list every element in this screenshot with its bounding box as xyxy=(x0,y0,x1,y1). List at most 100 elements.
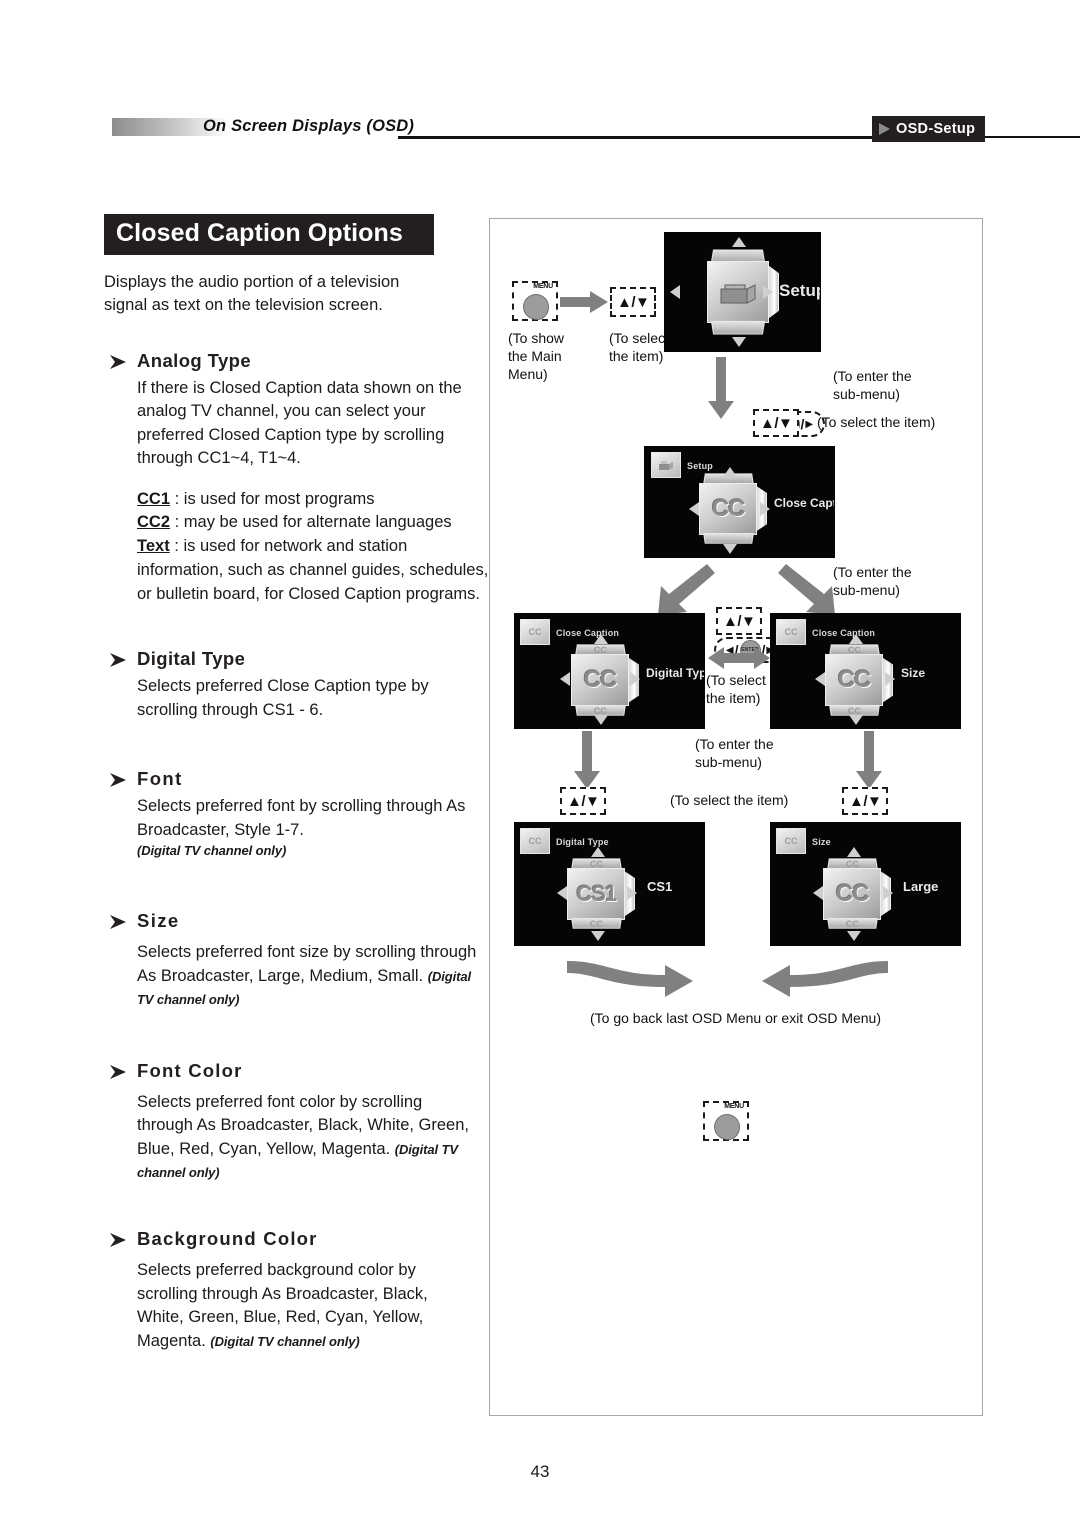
bullet-arrow-icon xyxy=(108,1062,128,1082)
breadcrumb-cube-text: CC xyxy=(528,627,542,637)
arrow-diag-left xyxy=(655,564,715,616)
cube-arrow-down-icon xyxy=(591,931,605,941)
definition-list: CC1 : is used for most programs CC2 : ma… xyxy=(137,488,489,607)
breadcrumb-label: Close Caption xyxy=(556,628,620,638)
arrow-down-3 xyxy=(856,731,882,789)
screen-label: Size xyxy=(901,666,926,680)
updown-key-label: ▲/▼ xyxy=(849,792,882,810)
arrow-curve-left xyxy=(760,959,890,1001)
osd-cube-large: CC CC CC xyxy=(823,858,892,930)
cube-arrow-up-icon xyxy=(594,634,608,644)
caption-select-item-3: (To select the item) xyxy=(706,672,766,707)
section-heading-label: Digital Type xyxy=(137,648,246,670)
updown-key-5[interactable]: ▲/▼ xyxy=(842,787,889,815)
section-heading-label: Font xyxy=(137,768,183,790)
section-heading: Analog Type xyxy=(108,350,476,372)
cube-front-face: CC xyxy=(823,867,882,920)
breadcrumb-cube-icon: CC xyxy=(520,828,550,854)
digital-type-screen: CC Close Caption CC CC CC Digital Type xyxy=(515,614,704,728)
toolbox-mini-icon xyxy=(659,461,673,470)
updown-key-3[interactable]: ▲/▼ xyxy=(716,607,763,635)
menu-key[interactable]: MENU xyxy=(512,281,558,321)
section-digital-type: Digital Type Selects preferred Close Cap… xyxy=(104,648,476,722)
section-heading-label: Analog Type xyxy=(137,349,252,371)
arrow-down-2 xyxy=(574,731,600,789)
breadcrumb-cube-text: CC xyxy=(528,836,542,846)
cube-arrow-up-icon xyxy=(732,237,746,247)
bullet-arrow-icon xyxy=(108,650,128,670)
intro-text: Displays the audio portion of a televisi… xyxy=(104,273,400,315)
cube-arrow-down-icon xyxy=(723,544,737,554)
section-body: If there is Closed Caption data shown on… xyxy=(137,378,462,468)
toolbox-icon xyxy=(720,284,756,304)
screen-label: Digital Type xyxy=(646,666,704,680)
section-body-text: Selects preferred font size by scrolling… xyxy=(137,943,477,985)
caption-select-item-1: (To select the item) xyxy=(609,330,669,365)
cube-arrow-left-icon xyxy=(560,672,570,686)
cube-bottom-face xyxy=(702,533,754,545)
large-screen: CC Size CC CC CC Large xyxy=(771,823,960,945)
osd-cube-cs1: CC CS1 CC xyxy=(567,858,636,930)
updown-key-4[interactable]: ▲/▼ xyxy=(560,787,607,815)
arrow-down-1 xyxy=(708,357,734,419)
definition-item: Text : is used for network and station i… xyxy=(137,535,489,606)
osd-cube-size: CC CC CC xyxy=(825,644,894,716)
updown-key-1[interactable]: ▲/▼ xyxy=(610,287,657,317)
menu-key-dot-icon xyxy=(714,1114,740,1140)
menu-key-dot-icon xyxy=(523,294,549,320)
breadcrumb-cube-icon xyxy=(651,452,681,478)
breadcrumb-cube-text: CC xyxy=(784,627,798,637)
breadcrumb-cube-text: CC xyxy=(784,836,798,846)
osd-cube-setup xyxy=(706,249,780,335)
bullet-arrow-icon xyxy=(108,770,128,790)
definition-term: CC1 xyxy=(137,489,171,508)
page-header: On Screen Displays (OSD) OSD-Setup xyxy=(0,116,1080,154)
cube-front-face: CC xyxy=(699,482,758,535)
left-column: Closed Caption Options Displays the audi… xyxy=(104,214,488,1353)
arrow-right-1 xyxy=(560,291,608,313)
cube-bottom-face: CC xyxy=(571,918,622,930)
section-body: Selects preferred Close Caption type by … xyxy=(137,677,429,719)
section-body: Selects preferred font color by scrollin… xyxy=(137,1091,477,1185)
cube-front-face: CS1 xyxy=(567,867,626,920)
arrow-diag-right xyxy=(778,564,838,616)
definition-text: : is used for network and station inform… xyxy=(137,537,489,603)
breadcrumb-cube-icon: CC xyxy=(776,828,806,854)
definition-item: CC1 : is used for most programs xyxy=(137,488,489,512)
cube-arrow-right-icon xyxy=(883,886,893,900)
bullet-arrow-icon xyxy=(108,1230,128,1250)
cube-bottom-face xyxy=(710,321,765,335)
definition-term: Text xyxy=(137,537,170,556)
section-note: (Digital TV channel only) xyxy=(210,1333,360,1349)
section-background-color: Background Color Selects preferred backg… xyxy=(104,1228,476,1353)
updown-key-label: ▲/▼ xyxy=(567,792,600,810)
screen-label: Setup xyxy=(779,281,820,300)
section-size: Size Selects preferred font size by scro… xyxy=(104,910,476,1011)
section-body: Selects preferred background color by sc… xyxy=(137,1259,477,1353)
section-body: Selects preferred font by scrolling thro… xyxy=(137,795,477,860)
section-heading-label: Font Color xyxy=(137,1059,243,1081)
updown-key-label: ▲/▼ xyxy=(617,293,650,311)
cube-arrow-right-icon xyxy=(627,886,637,900)
arrow-curve-right xyxy=(565,959,695,1001)
breadcrumb-label: Size xyxy=(812,837,831,847)
cube-front-face: CC xyxy=(825,654,884,707)
setup-screen: Setup xyxy=(665,233,820,351)
menu-key-bottom[interactable]: MENU xyxy=(703,1101,749,1141)
section-heading-label: Background Color xyxy=(137,1228,318,1250)
cube-front-face xyxy=(706,261,769,323)
cube-arrow-right-icon xyxy=(630,672,640,686)
updown-key-label: ▲/▼ xyxy=(760,414,793,432)
document-page: On Screen Displays (OSD) OSD-Setup Close… xyxy=(0,0,1080,1534)
breadcrumb-cube-icon: CC xyxy=(520,619,550,645)
screen-label: Close Caption xyxy=(774,496,834,510)
updown-key-2[interactable]: ▲/▼ xyxy=(753,409,800,437)
cube-bottom-face: CC xyxy=(827,918,878,930)
definition-text: : may be used for alternate languages xyxy=(174,513,452,532)
cube-bottom-face: CC xyxy=(574,704,626,716)
section-body-text: Selects preferred font by scrolling thro… xyxy=(137,797,466,839)
screen-label: Large xyxy=(903,879,939,894)
page-title: Closed Caption Options xyxy=(104,214,434,255)
cube-arrow-down-icon xyxy=(847,931,861,941)
section-analog-type: Analog Type If there is Closed Caption d… xyxy=(104,350,488,606)
